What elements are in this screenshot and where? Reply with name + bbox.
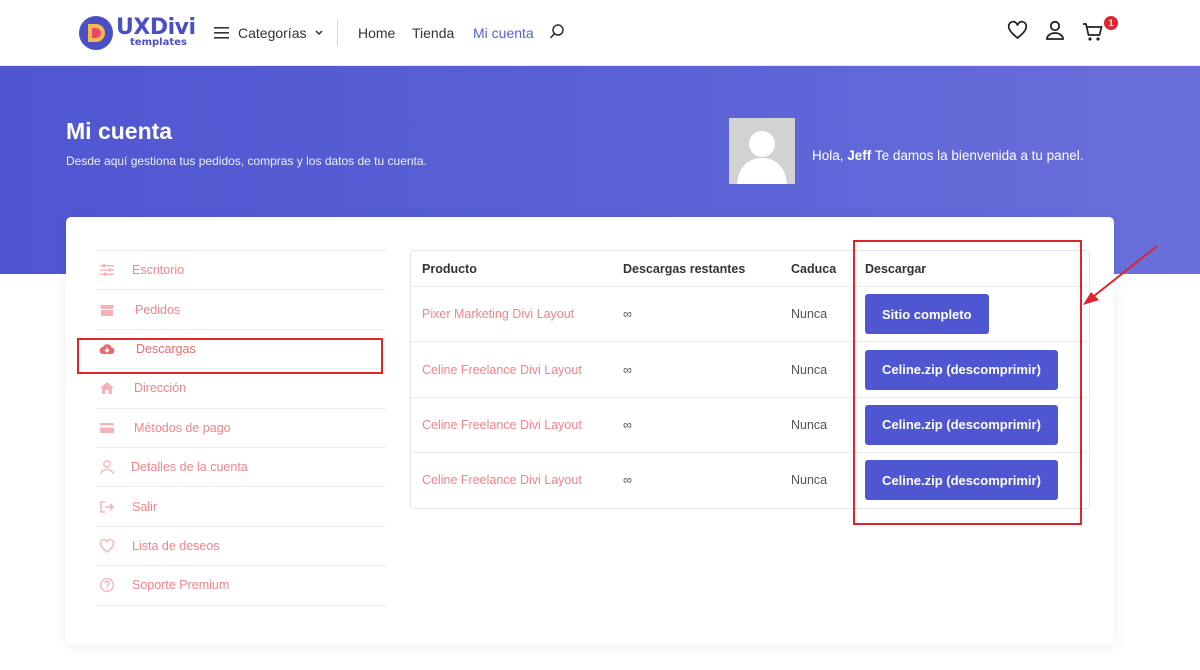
sign-out-icon — [100, 500, 115, 513]
sidebar-item-label: Soporte Premium — [132, 578, 230, 593]
sidebar-item-label: Detalles de la cuenta — [131, 460, 248, 475]
page-title: Mi cuenta — [66, 118, 173, 144]
nav-mi-cuenta[interactable]: Mi cuenta — [473, 25, 534, 41]
sidebar-item-pedidos[interactable]: Pedidos — [96, 290, 386, 330]
annotation-arrow-icon — [1083, 245, 1158, 305]
product-link[interactable]: Celine Freelance Divi Layout — [422, 473, 582, 487]
nav-tienda[interactable]: Tienda — [412, 25, 454, 41]
annotation-box-descargas — [77, 338, 383, 374]
sidebar-item-label: Dirección — [134, 381, 187, 396]
sidebar-item-escritorio[interactable]: Escritorio — [96, 251, 386, 291]
categories-menu[interactable]: Categorías — [214, 22, 324, 44]
page-subtitle: Desde aquí gestiona tus pedidos, compras… — [66, 154, 427, 168]
cart-icon[interactable] — [1082, 22, 1104, 42]
sidebar-item-detalles-cuenta[interactable]: Detalles de la cuenta — [96, 448, 386, 488]
product-link[interactable]: Celine Freelance Divi Layout — [422, 363, 582, 377]
search-icon[interactable] — [549, 23, 565, 41]
site-header: UXDivi templates Categorías Home Tienda … — [0, 0, 1200, 66]
remaining-downloads: ∞ — [623, 362, 632, 377]
expiry-value: Nunca — [791, 473, 828, 488]
logo-badge-icon — [79, 16, 113, 50]
product-link[interactable]: Pixer Marketing Divi Layout — [422, 307, 574, 321]
store-icon — [100, 304, 114, 316]
user-icon — [100, 460, 114, 475]
sidebar-item-metodos-de-pago[interactable]: Métodos de pago — [96, 409, 386, 448]
menu-icon — [214, 27, 229, 39]
site-logo[interactable]: UXDivi templates — [78, 13, 198, 53]
column-header-descargas-restantes: Descargas restantes — [623, 261, 746, 276]
sidebar-item-lista-de-deseos[interactable]: Lista de deseos — [96, 527, 386, 567]
question-icon — [100, 578, 114, 593]
cart-count-badge: 1 — [1104, 16, 1118, 30]
column-header-producto: Producto — [422, 261, 477, 276]
sidebar-item-salir[interactable]: Salir — [96, 487, 386, 527]
home-icon — [100, 382, 114, 395]
credit-card-icon — [100, 422, 114, 433]
greeting-suffix: Te damos la bienvenida a tu panel. — [874, 148, 1084, 163]
user-name: Jeff — [847, 148, 872, 163]
sliders-icon — [100, 264, 114, 277]
remaining-downloads: ∞ — [623, 473, 632, 488]
heart-icon[interactable] — [1007, 20, 1028, 40]
sidebar-item-label: Escritorio — [132, 263, 185, 278]
remaining-downloads: ∞ — [623, 307, 632, 322]
logo-subtext: templates — [130, 37, 187, 48]
product-link[interactable]: Celine Freelance Divi Layout — [422, 418, 582, 432]
avatar-placeholder-icon — [729, 118, 795, 184]
annotation-box-descargar-column — [853, 240, 1082, 525]
user-icon[interactable] — [1045, 20, 1065, 40]
sidebar-item-direccion[interactable]: Dirección — [96, 369, 386, 409]
sidebar-item-label: Salir — [132, 499, 158, 514]
sidebar-item-label: Lista de deseos — [132, 538, 220, 553]
sidebar-item-label: Métodos de pago — [134, 420, 231, 435]
sidebar-item-label: Pedidos — [135, 302, 181, 317]
sidebar-item-soporte-premium[interactable]: Soporte Premium — [96, 566, 386, 606]
heart-icon — [99, 538, 115, 553]
remaining-downloads: ∞ — [623, 417, 632, 432]
welcome-message: Hola, Jeff Te damos la bienvenida a tu p… — [812, 148, 1083, 163]
categories-label: Categorías — [238, 25, 307, 41]
expiry-value: Nunca — [791, 417, 828, 432]
chevron-down-icon — [315, 30, 324, 36]
expiry-value: Nunca — [791, 307, 828, 322]
expiry-value: Nunca — [791, 362, 828, 377]
nav-divider — [337, 20, 338, 46]
greeting-prefix: Hola, — [812, 148, 844, 163]
column-header-caduca: Caduca — [791, 261, 837, 276]
account-navigation: Escritorio Pedidos Descargas Dirección M… — [96, 250, 386, 606]
nav-home[interactable]: Home — [358, 25, 395, 41]
avatar — [729, 118, 795, 184]
